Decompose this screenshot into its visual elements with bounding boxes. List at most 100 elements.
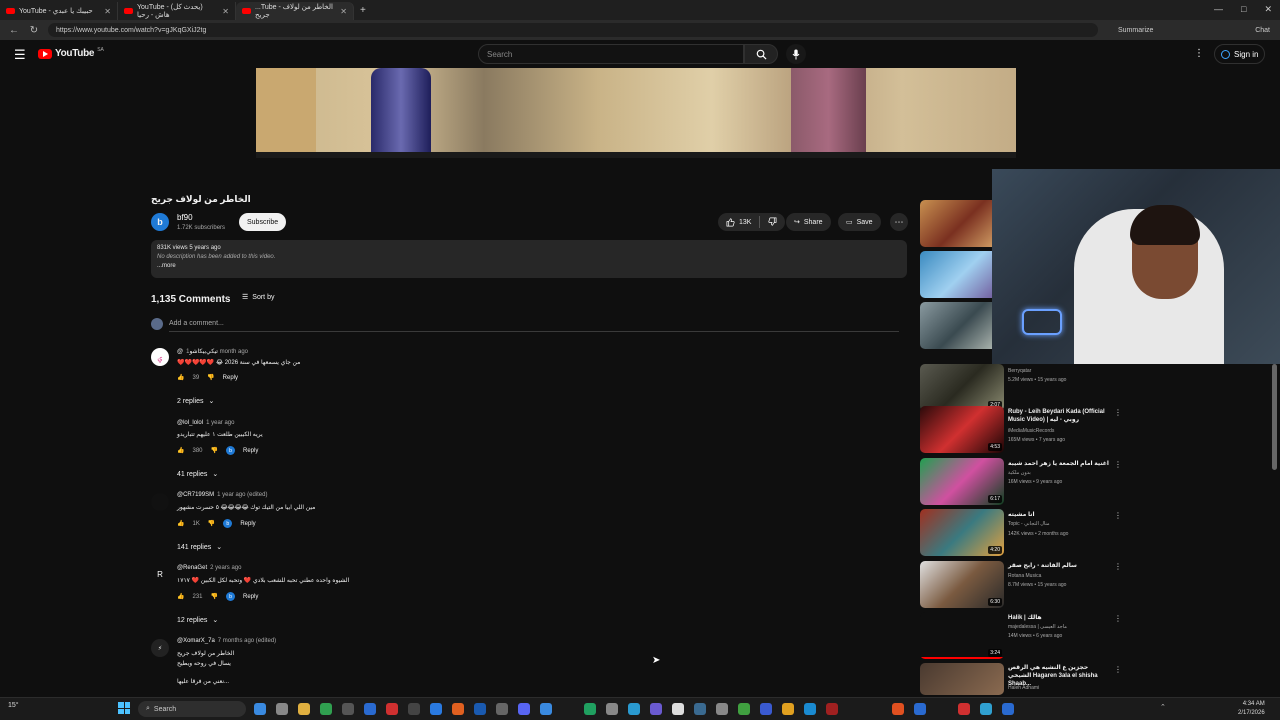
reply-button[interactable]: Reply <box>243 594 258 600</box>
video-thumbnail[interactable]: 6:17 <box>920 458 1004 505</box>
refresh-icon[interactable]: ↻ <box>28 25 40 36</box>
comment-time[interactable]: 1 year ago <box>206 420 234 426</box>
comment-author[interactable]: @تيكي‌بيكاشو <box>177 349 218 355</box>
side-channel[interactable]: Topic - منال التجاني <box>1008 521 1050 527</box>
tab-2[interactable]: YouTube - (يحدث كل) هاش - رحيا ✕ <box>118 2 236 20</box>
close-tab-icon[interactable]: ✕ <box>340 7 347 16</box>
taskbar-app-icon[interactable] <box>496 703 508 715</box>
tab-1[interactable]: YouTube - حبيبك يا عبدي ✕ <box>0 2 118 20</box>
video-thumbnail[interactable]: 4:20 <box>920 509 1004 556</box>
replies-toggle[interactable]: 12 replies ⌄ <box>177 616 218 625</box>
taskbar-app-icon[interactable] <box>364 703 376 715</box>
dislike-comment-icon[interactable]: 👎 <box>208 520 215 527</box>
taskbar-app-icon[interactable] <box>694 703 706 715</box>
comment-author[interactable]: @CR7199SM <box>177 492 214 498</box>
description-more-link[interactable]: ...more <box>157 263 901 269</box>
like-comment-icon[interactable]: 👍 <box>177 593 184 600</box>
minimize-button[interactable]: — <box>1214 4 1223 15</box>
back-icon[interactable]: ← <box>8 25 20 36</box>
video-thumbnail[interactable] <box>920 663 1004 695</box>
side-channel[interactable]: majedalessa | ماجد العيسى <box>1008 624 1067 630</box>
like-comment-icon[interactable]: 👍 <box>177 520 184 527</box>
more-actions-icon[interactable]: ⋯ <box>890 213 908 231</box>
subscribe-button[interactable]: Subscribe <box>239 213 287 231</box>
taskbar-app-icon[interactable] <box>606 703 618 715</box>
close-window-button[interactable]: ✕ <box>1264 4 1272 15</box>
new-tab-button[interactable]: + <box>360 5 366 16</box>
taskbar-app-icon[interactable] <box>738 703 750 715</box>
video-thumbnail[interactable]: 2:07 <box>920 364 1004 411</box>
hamburger-menu-icon[interactable]: ☰ <box>14 47 26 63</box>
replies-toggle[interactable]: 2 replies ⌄ <box>177 397 214 406</box>
edge-icon[interactable] <box>804 703 816 715</box>
dislike-comment-icon[interactable]: 👎 <box>211 593 218 600</box>
side-title[interactable]: انا مشيته <box>1008 511 1112 519</box>
channel-avatar[interactable]: b <box>151 213 169 231</box>
comment-time[interactable]: 2 years ago <box>210 565 241 571</box>
side-kebab-icon[interactable]: ⋮ <box>1114 614 1122 623</box>
close-tab-icon[interactable]: ✕ <box>222 7 229 16</box>
taskbar-app-icon[interactable] <box>760 703 772 715</box>
side-channel[interactable]: Rotana Musica <box>1008 573 1041 579</box>
taskbar-app-icon[interactable] <box>716 703 728 715</box>
file-explorer-icon[interactable] <box>298 703 310 715</box>
chrome-icon[interactable] <box>782 703 794 715</box>
dislike-comment-icon[interactable]: 👎 <box>211 447 218 454</box>
channel-name[interactable]: bf90 <box>177 213 193 222</box>
windows-start-icon[interactable] <box>118 702 130 714</box>
taskbar-app-icon[interactable] <box>254 703 266 715</box>
comment-avatar[interactable]: R <box>151 565 169 583</box>
like-button[interactable]: 13K <box>726 217 751 227</box>
taskbar-app-icon[interactable] <box>342 703 354 715</box>
clock[interactable]: 4:34 AM 2/17/2026 <box>1238 700 1265 718</box>
side-title[interactable]: Halik | هالك <box>1008 614 1112 622</box>
taskbar-app-icon[interactable] <box>914 703 926 715</box>
taskbar-app-icon[interactable] <box>276 703 288 715</box>
url-field[interactable]: https://www.youtube.com/watch?v=gJKqGXiJ… <box>48 23 1098 37</box>
taskbar-app-icon[interactable] <box>386 703 398 715</box>
replies-toggle[interactable]: 41 replies ⌄ <box>177 470 218 479</box>
reply-button[interactable]: Reply <box>240 521 255 527</box>
settings-kebab-icon[interactable]: ⋮ <box>1194 48 1204 59</box>
share-button[interactable]: ↪ Share <box>786 213 831 231</box>
add-comment-input[interactable]: Add a comment... <box>169 320 899 332</box>
taskbar-app-icon[interactable] <box>584 703 596 715</box>
comment-avatar[interactable] <box>151 493 169 511</box>
chat-button[interactable]: Chat <box>1255 27 1270 34</box>
microphone-button[interactable] <box>786 44 806 64</box>
search-input[interactable]: Search <box>478 44 744 64</box>
side-channel[interactable]: Berryqatar <box>1008 368 1031 374</box>
taskbar-app-icon[interactable] <box>826 703 838 715</box>
page-scrollbar[interactable] <box>1272 364 1277 470</box>
side-kebab-icon[interactable]: ⋮ <box>1114 511 1122 520</box>
comment-avatar[interactable]: ؠ <box>151 348 169 366</box>
taskbar-app-icon[interactable] <box>672 703 684 715</box>
description-box[interactable]: 831K views 5 years ago No description ha… <box>151 240 907 278</box>
sort-by-button[interactable]: ☰ Sort by <box>242 293 274 302</box>
comment-author[interactable]: @XomarX_7a <box>177 638 215 644</box>
comment-author[interactable]: @RenaGet <box>177 565 207 571</box>
side-kebab-icon[interactable]: ⋮ <box>1114 460 1122 469</box>
side-channel[interactable]: بدون ملكية <box>1008 470 1031 476</box>
tab-3-active[interactable]: ...Tube - الخاطر من لولاف جريح ✕ <box>236 2 354 20</box>
taskbar-search[interactable]: ⌕ Search <box>138 701 246 717</box>
sign-in-button[interactable]: Sign in <box>1214 44 1266 64</box>
youtube-logo[interactable]: YouTube SA <box>38 47 104 59</box>
taskbar-app-icon[interactable] <box>320 703 332 715</box>
taskbar-app-icon[interactable] <box>980 703 992 715</box>
taskbar-app-icon[interactable] <box>408 703 420 715</box>
reply-button[interactable]: Reply <box>243 448 258 454</box>
dislike-comment-icon[interactable]: 👎 <box>207 374 214 381</box>
taskbar-app-icon[interactable] <box>474 703 486 715</box>
search-button[interactable] <box>744 44 778 64</box>
weather-widget[interactable]: 15° <box>8 702 19 709</box>
replies-toggle[interactable]: 141 replies ⌄ <box>177 543 222 552</box>
taskbar-app-icon[interactable] <box>958 703 970 715</box>
telegram-icon[interactable] <box>628 703 640 715</box>
save-button[interactable]: ▭ Save <box>838 213 881 231</box>
taskbar-app-icon[interactable] <box>1002 703 1014 715</box>
like-comment-icon[interactable]: 👍 <box>177 374 184 381</box>
tray-chevron-up-icon[interactable]: ⌃ <box>1160 703 1166 711</box>
dislike-button[interactable] <box>768 217 777 228</box>
taskbar-app-icon[interactable] <box>650 703 662 715</box>
